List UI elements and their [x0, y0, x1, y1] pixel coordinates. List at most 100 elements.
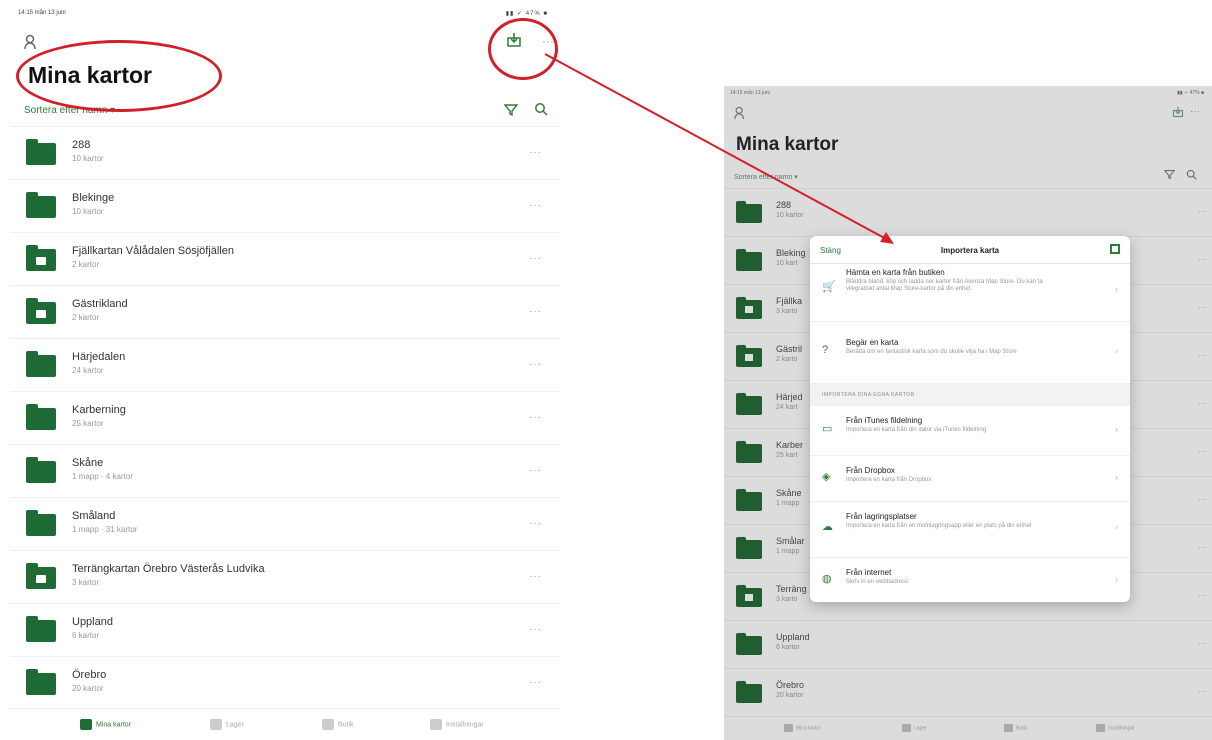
folder-icon — [736, 537, 762, 559]
more-icon[interactable]: ··· — [1190, 106, 1200, 117]
layers-icon — [902, 724, 911, 732]
more-icon[interactable]: ··· — [1198, 687, 1206, 696]
chevron-right-icon: › — [1115, 284, 1118, 294]
list-item[interactable]: Härjedalen 24 kartor ··· — [10, 338, 560, 391]
option-internet[interactable]: ◍ Från internet Skriv in en webbadress › — [810, 558, 1130, 602]
left-screen: 14:15 mån 13 juni ▮▮ ✓ 47% ■ ··· Mina ka… — [10, 6, 560, 740]
page-title: Mina kartor — [736, 134, 839, 155]
more-icon[interactable]: ··· — [1198, 447, 1206, 456]
more-icon[interactable]: ··· — [529, 412, 542, 423]
more-icon[interactable]: ··· — [1198, 591, 1206, 600]
tab-installningar[interactable]: Inställningar — [1096, 724, 1135, 732]
list-item[interactable]: Fjällkartan Vålådalen Sösjöfjällen 2 kart… — [10, 232, 560, 285]
option-itunes[interactable]: ▭ Från iTunes fildelning Importera en ka… — [810, 406, 1130, 456]
dialog-title: Importera karta — [940, 246, 1000, 255]
qr-code-icon[interactable] — [1110, 244, 1120, 254]
folder-icon — [736, 249, 762, 271]
chevron-right-icon: › — [1115, 522, 1118, 532]
tab-mina-kartor[interactable]: Mina kartor — [80, 719, 131, 730]
list-item[interactable]: Blekinge 10 kartor ··· — [10, 179, 560, 232]
question-icon: ? — [822, 344, 829, 356]
folder-icon — [26, 404, 56, 430]
list-item[interactable]: Örebro 20 kartor ··· — [10, 656, 560, 709]
search-icon[interactable] — [1186, 169, 1197, 183]
status-time: 14:15 mån 13 juni — [730, 90, 770, 96]
tab-mina-kartor[interactable]: Mina kartor — [784, 724, 821, 732]
folder-icon — [736, 201, 762, 223]
more-icon[interactable]: ··· — [529, 200, 542, 211]
status-time: 14:15 mån 13 juni — [18, 10, 66, 16]
map-icon — [784, 724, 793, 732]
tab-lager[interactable]: Lager — [210, 719, 244, 730]
option-dropbox[interactable]: ◈ Från Dropbox Importera en karta från D… — [810, 456, 1130, 502]
option-request-map[interactable]: ? Begär en karta Berätta om en fantastis… — [810, 322, 1130, 384]
option-storage[interactable]: ☁ Från lagringsplatser Importera en kart… — [810, 502, 1130, 558]
map-icon — [80, 719, 92, 730]
gear-icon — [430, 719, 442, 730]
gear-icon — [1096, 724, 1105, 732]
list-item[interactable]: 288 10 kartor ··· — [10, 126, 560, 179]
locked-folder-icon — [736, 345, 762, 367]
list-item[interactable]: Småland 1 mapp · 31 kartor ··· — [10, 497, 560, 550]
folder-icon — [26, 351, 56, 377]
list-item[interactable]: Uppland 6 kartor ··· — [10, 603, 560, 656]
search-icon[interactable] — [534, 102, 548, 119]
more-icon[interactable]: ··· — [529, 677, 542, 688]
list-item[interactable]: 288 10 kartor ··· — [724, 188, 1212, 236]
locked-folder-icon — [26, 563, 56, 589]
folder-icon — [26, 616, 56, 642]
filter-icon[interactable] — [1163, 169, 1176, 183]
more-icon[interactable]: ··· — [1198, 639, 1206, 648]
more-icon[interactable]: ··· — [1198, 351, 1206, 360]
more-icon[interactable]: ··· — [529, 571, 542, 582]
more-icon[interactable]: ··· — [529, 147, 542, 158]
sort-button[interactable]: Sortera efter namn ▾ — [734, 173, 798, 181]
list-item[interactable]: Uppland 6 kartor ··· — [724, 620, 1212, 668]
list-item[interactable]: Örebro 20 kartor ··· — [724, 668, 1212, 716]
folder-icon — [26, 510, 56, 536]
right-screen: 14:15 mån 13 juni ▮▮ ✓ 47% ■ ··· Mina ka… — [724, 86, 1212, 740]
cloud-icon: ☁ — [822, 521, 833, 533]
more-icon[interactable]: ··· — [1198, 399, 1206, 408]
profile-icon[interactable] — [24, 34, 38, 50]
import-map-dialog: Stäng Importera karta 🛒 Hämta en karta f… — [810, 236, 1130, 602]
profile-icon[interactable] — [734, 106, 746, 123]
locked-folder-icon — [736, 297, 762, 319]
folder-icon — [736, 633, 762, 655]
filter-icon[interactable] — [503, 103, 519, 120]
more-icon[interactable]: ··· — [529, 518, 542, 529]
tab-lager[interactable]: Lager — [902, 724, 927, 732]
tab-butik[interactable]: Butik — [322, 719, 354, 730]
folder-icon — [26, 669, 56, 695]
more-icon[interactable]: ··· — [529, 624, 542, 635]
more-icon[interactable]: ··· — [1198, 495, 1206, 504]
status-indicators: ▮▮ ✓ 47% ■ — [505, 11, 548, 17]
folder-icon — [26, 192, 56, 218]
cart-icon — [1004, 724, 1013, 732]
list-item[interactable]: Skåne 1 mapp · 4 kartor ··· — [10, 444, 560, 497]
more-icon[interactable]: ··· — [529, 306, 542, 317]
more-icon[interactable]: ··· — [1198, 303, 1206, 312]
more-icon[interactable]: ··· — [1198, 207, 1206, 216]
list-item[interactable]: Terrängkartan Örebro Västerås Ludvika 3 k… — [10, 550, 560, 603]
annotation-ellipse-title — [16, 40, 222, 112]
chevron-right-icon: › — [1115, 472, 1118, 482]
more-icon[interactable]: ··· — [529, 253, 542, 264]
locked-folder-icon — [26, 245, 56, 271]
more-icon[interactable]: ··· — [529, 465, 542, 476]
chevron-right-icon: › — [1115, 574, 1118, 584]
layers-icon — [210, 719, 222, 730]
import-map-icon[interactable] — [1172, 106, 1184, 121]
more-icon[interactable]: ··· — [1198, 255, 1206, 264]
cart-icon — [322, 719, 334, 730]
tab-butik[interactable]: Butik — [1004, 724, 1027, 732]
tab-installningar[interactable]: Inställningar — [430, 719, 484, 730]
option-store[interactable]: 🛒 Hämta en karta från butiken Bläddra bl… — [810, 264, 1130, 322]
more-icon[interactable]: ··· — [1198, 543, 1206, 552]
list-item[interactable]: Karberning 25 kartor ··· — [10, 391, 560, 444]
list-item[interactable]: Gästrikland 2 kartor ··· — [10, 285, 560, 338]
annotation-ellipse-import — [488, 18, 558, 80]
folder-icon — [736, 393, 762, 415]
more-icon[interactable]: ··· — [529, 359, 542, 370]
section-header: IMPORTERA DINA EGNA KARTOR — [810, 384, 1130, 406]
